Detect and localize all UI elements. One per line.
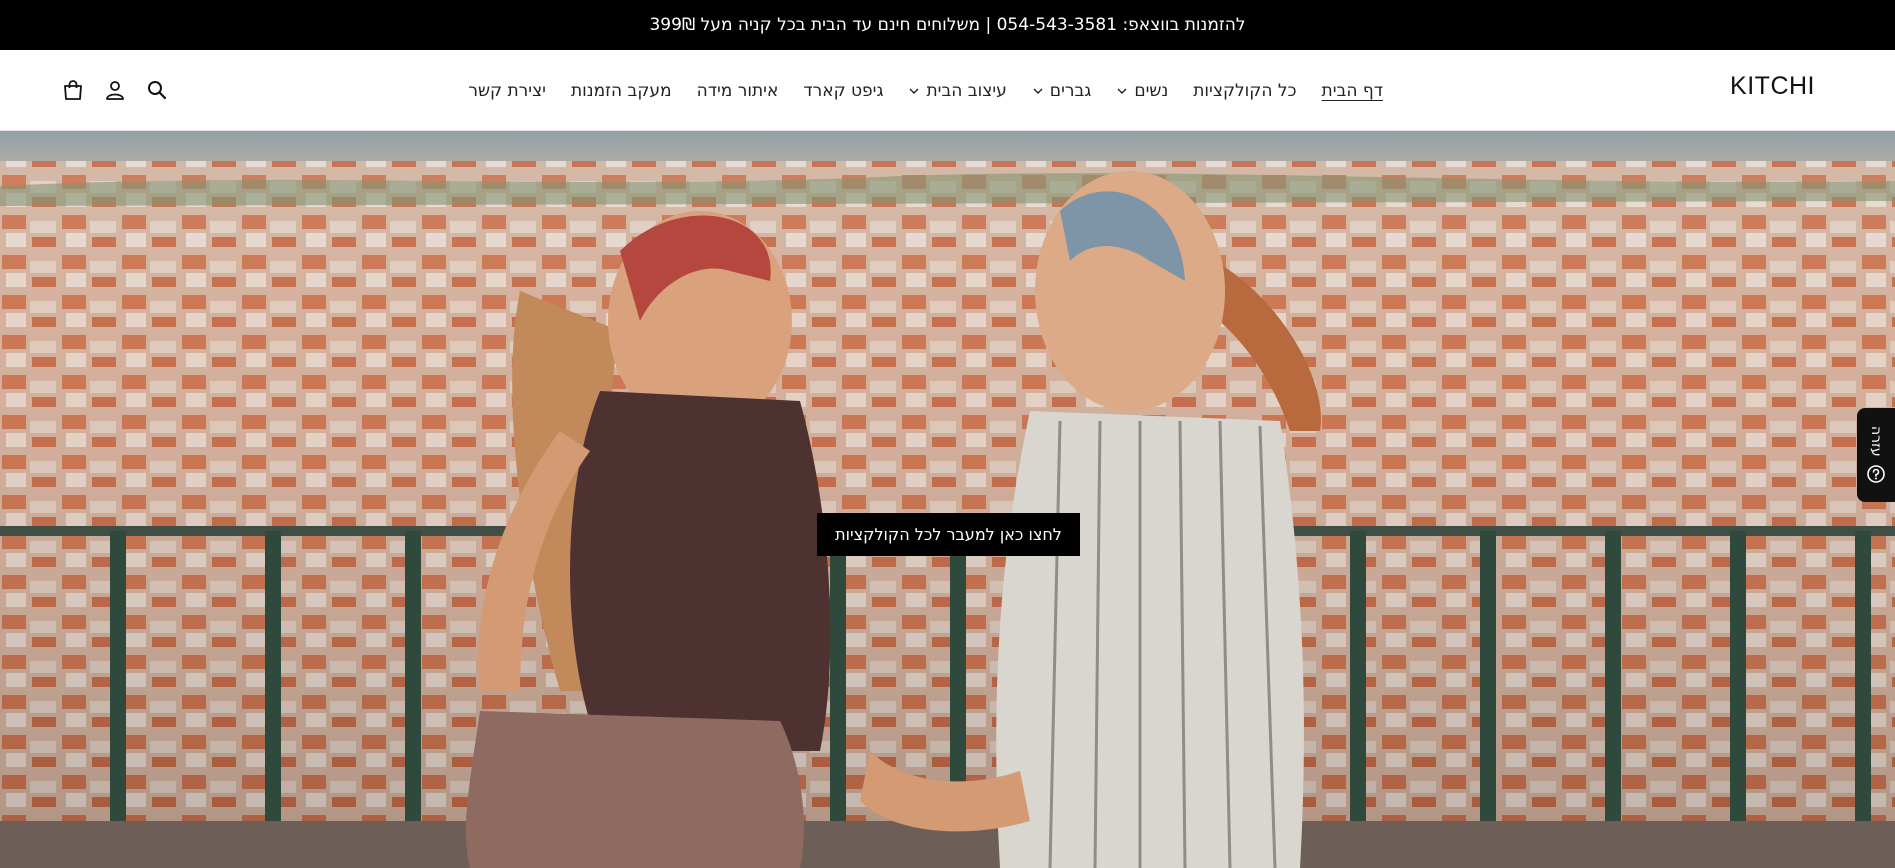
help-tab[interactable]: עזרה xyxy=(1857,408,1895,502)
account-icon[interactable] xyxy=(102,77,128,103)
nav-item-home[interactable]: דף הבית xyxy=(1322,81,1383,101)
nav-label: עיצוב הבית xyxy=(926,80,1007,101)
help-icon xyxy=(1867,465,1885,484)
nav-item-home-design[interactable]: עיצוב הבית xyxy=(908,80,1007,101)
nav-item-order-tracking[interactable]: מעקב הזמנות xyxy=(571,81,672,101)
announcement-bar: להזמנות בווצאפ: 054-543-3581 | משלוחים ח… xyxy=(0,0,1895,50)
search-icon[interactable] xyxy=(144,77,170,103)
hero-banner[interactable]: לחצו כאן למעבר לכל הקולקציות xyxy=(0,131,1895,868)
nav-item-women[interactable]: נשים xyxy=(1116,81,1168,101)
help-label: עזרה xyxy=(1868,425,1884,457)
logo[interactable]: KITCHI xyxy=(1730,72,1815,101)
site-header: KITCHI דף הבית כל הקולקציות נשים גברים ע… xyxy=(0,50,1895,131)
chevron-down-icon xyxy=(909,88,919,94)
nav-item-all-collections[interactable]: כל הקולקציות xyxy=(1193,81,1296,101)
hero-image xyxy=(0,131,1895,868)
nav-item-contact[interactable]: יצירת קשר xyxy=(468,81,546,101)
cart-icon[interactable] xyxy=(60,77,86,103)
nav-label: נשים xyxy=(1134,80,1169,101)
nav-label: איתור מידה xyxy=(696,80,779,101)
nav-label: יצירת קשר xyxy=(468,80,546,101)
nav-label: גיפט קארד xyxy=(803,80,884,101)
nav-item-gift-card[interactable]: גיפט קארד xyxy=(803,81,883,101)
nav-item-men[interactable]: גברים xyxy=(1032,80,1092,101)
chevron-down-icon xyxy=(1117,88,1127,94)
shop-collections-button[interactable]: לחצו כאן למעבר לכל הקולקציות xyxy=(817,513,1080,556)
nav-label: מעקב הזמנות xyxy=(570,80,672,101)
nav-item-size-finder[interactable]: איתור מידה xyxy=(697,81,779,101)
announcement-text: להזמנות בווצאפ: 054-543-3581 | משלוחים ח… xyxy=(649,15,1246,35)
nav-label: כל הקולקציות xyxy=(1193,80,1297,101)
nav-label: גברים xyxy=(1049,80,1092,101)
main-nav: דף הבית כל הקולקציות נשים גברים עיצוב הב… xyxy=(443,50,1383,131)
header-icons xyxy=(60,77,170,103)
nav-label: דף הבית xyxy=(1321,80,1383,101)
chevron-down-icon xyxy=(1033,88,1043,94)
